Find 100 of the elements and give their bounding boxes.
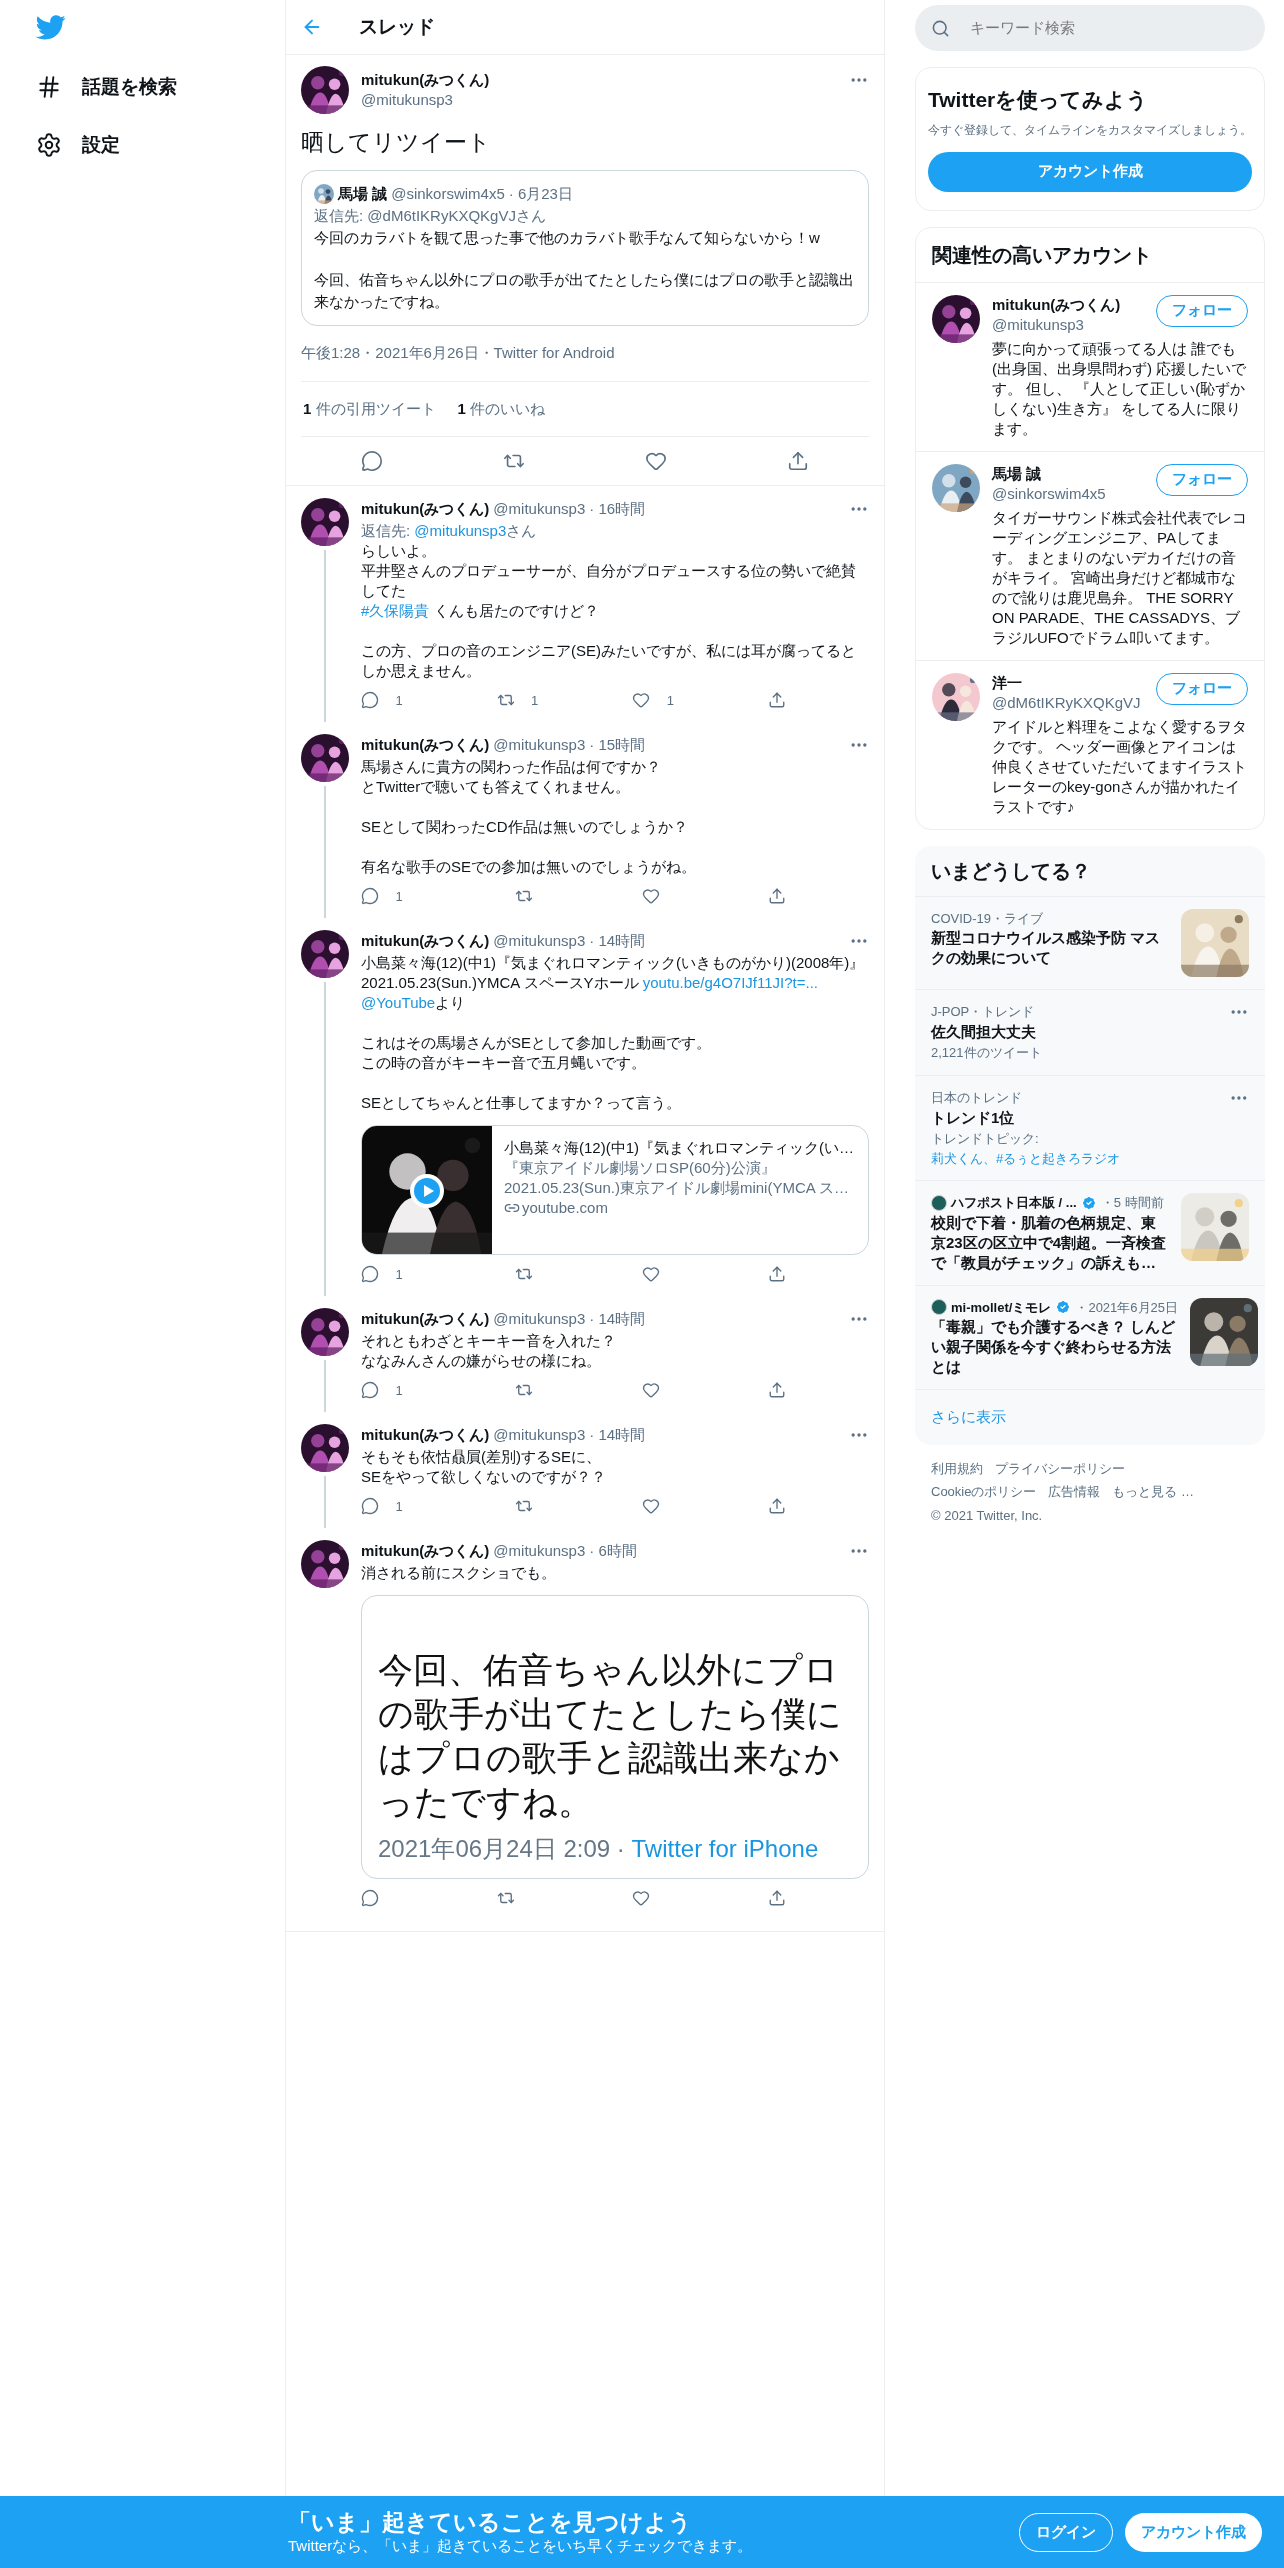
trend-topics: トレンドトピック: 莉犬くん、#るぅと起きろラジオ (931, 1130, 1122, 1168)
page-title: スレッド (359, 14, 435, 39)
link[interactable]: youtu.be/g4O7IJf11JI?t=... (642, 973, 819, 991)
reply-button[interactable]: 1 (361, 1264, 407, 1284)
show-more-link[interactable]: さらに表示 (915, 1389, 1265, 1445)
like-button[interactable] (641, 1264, 660, 1284)
quoted-text: 今回のカラバトを観て思った事で他のカラバト歌手なんて知らないから！w (314, 228, 821, 248)
reply-button[interactable]: 1 (361, 886, 407, 906)
reply-button[interactable] (361, 450, 383, 472)
user-name: mitukun(みつくん) (361, 1309, 490, 1329)
user-handle: @mitukunsp3 (493, 1541, 586, 1561)
user-name: mitukun(みつくん) (361, 70, 491, 90)
trend-item[interactable]: COVID-19・ライブ 新型コロナウイルス感染予防 マスクの効果について (915, 895, 1265, 989)
trend-item[interactable]: J-POP・トレンド 佐久間担大丈夫 2,121件のツイート (915, 988, 1265, 1075)
retweet-button[interactable]: 1 (496, 690, 543, 710)
tweet-time: · 6時間 (589, 1541, 637, 1561)
trend-item[interactable]: mi-mollet/ミモレ ・2021年6月25日 「毒親」でも介護するべき？ しんどい親子関係を今すぐ終わらせる方法とは (915, 1284, 1265, 1389)
heart-icon (645, 450, 667, 472)
signup-button[interactable]: アカウント作成 (928, 151, 1252, 192)
share-button[interactable] (767, 690, 786, 710)
user-name: mitukun(みつくん) (992, 294, 1121, 315)
trend-item[interactable]: ハフポスト日本版 / ... ・5 時間前 校則で下着・肌着の色柄規定、東京23区の区立中で4割超。一斉検査で「教員がチェック」の訴えも… (915, 1180, 1265, 1285)
source-avatar (931, 1299, 947, 1316)
source-avatar (931, 1194, 947, 1211)
user-name: 馬場 誠 (338, 184, 388, 204)
tweet-text: SEとして関わったCD作品は無いのでしょうか？ (361, 816, 689, 837)
link[interactable]: @mitukunsp3 (414, 521, 507, 539)
reply-button[interactable] (361, 1888, 379, 1907)
search-input[interactable]: キーワード検索 (970, 16, 1249, 40)
user-handle: @sinkorswim4x5 (992, 483, 1106, 504)
user-name: mitukun(みつくん) (361, 499, 490, 519)
user-handle: @mitukunsp3 (493, 735, 586, 755)
tweet-time: · 14時間 (589, 1309, 646, 1329)
reply-icon (361, 1497, 379, 1516)
link-card[interactable]: 小島菜々海(12)(中1)『気まぐれロマンティック(い… 『東京アイドル劇場ソロSP(60分)公演』 2021.05.23(Sun.)東京アイドル劇場mini(YMCA ス… youtube.com (361, 1124, 869, 1255)
heart-icon (641, 887, 660, 906)
link[interactable]: 莉犬くん、#るぅと起きろラジオ (931, 1150, 1121, 1166)
tweet-text: らしいよ。 平井堅さんのプロデューサーが、自分がプロデュースする位の勢いで絶賛してた #久保陽貴 くんも居たのですけど？ (361, 540, 857, 621)
trend-context: COVID-19・ライブ (931, 909, 1044, 928)
user-handle: @mitukunsp3 (493, 931, 586, 951)
trend-context: J-POP・トレンド (931, 1002, 1036, 1021)
news-source: ハフポスト日本版 / ... (951, 1194, 1077, 1212)
reply-icon (361, 1381, 379, 1400)
user-name: mitukun(みつくん) (361, 735, 490, 755)
share-button[interactable] (768, 886, 786, 906)
reply-icon (361, 887, 379, 906)
footer-link[interactable]: 広告情報 (1048, 1482, 1101, 1502)
copyright-text: © 2021 Twitter, Inc. (931, 1506, 1044, 1525)
nav-item[interactable]: 話題を検索 (28, 58, 185, 116)
reply-icon (361, 1265, 379, 1284)
reply-button[interactable]: 1 (361, 1380, 407, 1400)
quoted-tweet[interactable]: 馬場 誠 @sinkorswim4x5 · 6月23日 返信先: @dM6tIKRyKXQKgVJさん 今回のカラバトを観て思った事で他のカラバト歌手なんて知らないから！w 今回、佑音ちゃん以外にプロの歌手が出てたとしたら僕にはプロの歌手と認識出来なかったですね。 (301, 170, 869, 326)
link[interactable]: @YouTube (361, 993, 436, 1011)
link[interactable]: #久保陽貴 (361, 601, 430, 619)
heart-icon (632, 691, 651, 710)
trend-title: 佐久間担大丈夫 (931, 1022, 1037, 1042)
share-button[interactable] (768, 1496, 786, 1516)
tweet-text: SEとしてちゃんと仕事してますか？って言う。 (361, 1092, 682, 1113)
search-icon (931, 18, 950, 38)
reply-button[interactable]: 1 (361, 1496, 407, 1516)
card-title: Twitterを使ってみよう (928, 87, 1150, 114)
stat-link[interactable]: 1 件の引用ツイート (301, 397, 436, 420)
like-button[interactable] (641, 886, 660, 906)
hashtag-icon (36, 74, 62, 100)
card-description: 2021.05.23(Sun.)東京アイドル劇場mini(YMCA ス… (504, 1177, 851, 1198)
footer-link[interactable]: もっと見る … (1112, 1482, 1195, 1502)
like-button[interactable] (641, 1380, 660, 1400)
share-button[interactable] (787, 450, 809, 472)
tweet-time: · 14時間 (589, 931, 646, 951)
signup-button[interactable]: アカウント作成 (1125, 2512, 1262, 2552)
footer-link[interactable]: Cookieのポリシー (931, 1482, 1037, 1502)
share-button[interactable] (768, 1264, 786, 1284)
reply-button[interactable]: 1 (361, 690, 407, 710)
card-title: 関連性の高いアカウント (931, 242, 1153, 268)
tweet-time: · 14時間 (589, 1425, 646, 1445)
footer-link[interactable]: 利用規約 (931, 1458, 983, 1478)
share-button[interactable] (767, 1888, 786, 1907)
like-button[interactable] (632, 1888, 651, 1907)
reply-icon (361, 450, 383, 472)
like-button[interactable] (645, 450, 667, 472)
nav-item[interactable]: 設定 (28, 116, 128, 174)
heart-icon (632, 1888, 651, 1907)
stat-link[interactable]: 1 件のいいね (455, 397, 546, 420)
news-source: mi-mollet/ミモレ (951, 1298, 1052, 1317)
user-name: mitukun(みつくん) (361, 1425, 490, 1445)
tweet-text: 消される前にスクショでも。 (361, 1562, 557, 1583)
heart-icon (641, 1497, 660, 1516)
tweet-text: 馬場さんに貴方の関わった作品は何ですか？ とTwitterで聴いても答えてくれません。 (361, 756, 662, 797)
footer-link[interactable]: プライバシーポリシー (995, 1458, 1125, 1478)
trend-title: トレンド1位 (931, 1108, 1016, 1128)
tweet-text: 小島菜々海(12)(中1)『気まぐれロマンティック(いきものがかり)(2008年)』 2021.05.23(Sun.)YMCA スペースYホール youtu.be/g4O7IJf11JI?t=... @YouTubeより (361, 952, 866, 1013)
like-button[interactable]: 1 (632, 690, 679, 710)
search-field[interactable]: キーワード検索 (915, 5, 1265, 51)
tweet-text: 晒してリツイート (301, 128, 492, 157)
banner-subtitle: Twitterなら、「いま」起きていることをいち早くチェックできます。 (288, 2536, 754, 2556)
trend-context: 日本のトレンド (931, 1088, 1023, 1107)
like-button[interactable] (641, 1496, 660, 1516)
share-button[interactable] (768, 1380, 786, 1400)
user-name: mitukun(みつくん) (361, 1541, 490, 1561)
trend-item[interactable]: 日本のトレンド トレンド1位 トレンドトピック: 莉犬くん、#るぅと起きろラジオ (915, 1074, 1265, 1180)
